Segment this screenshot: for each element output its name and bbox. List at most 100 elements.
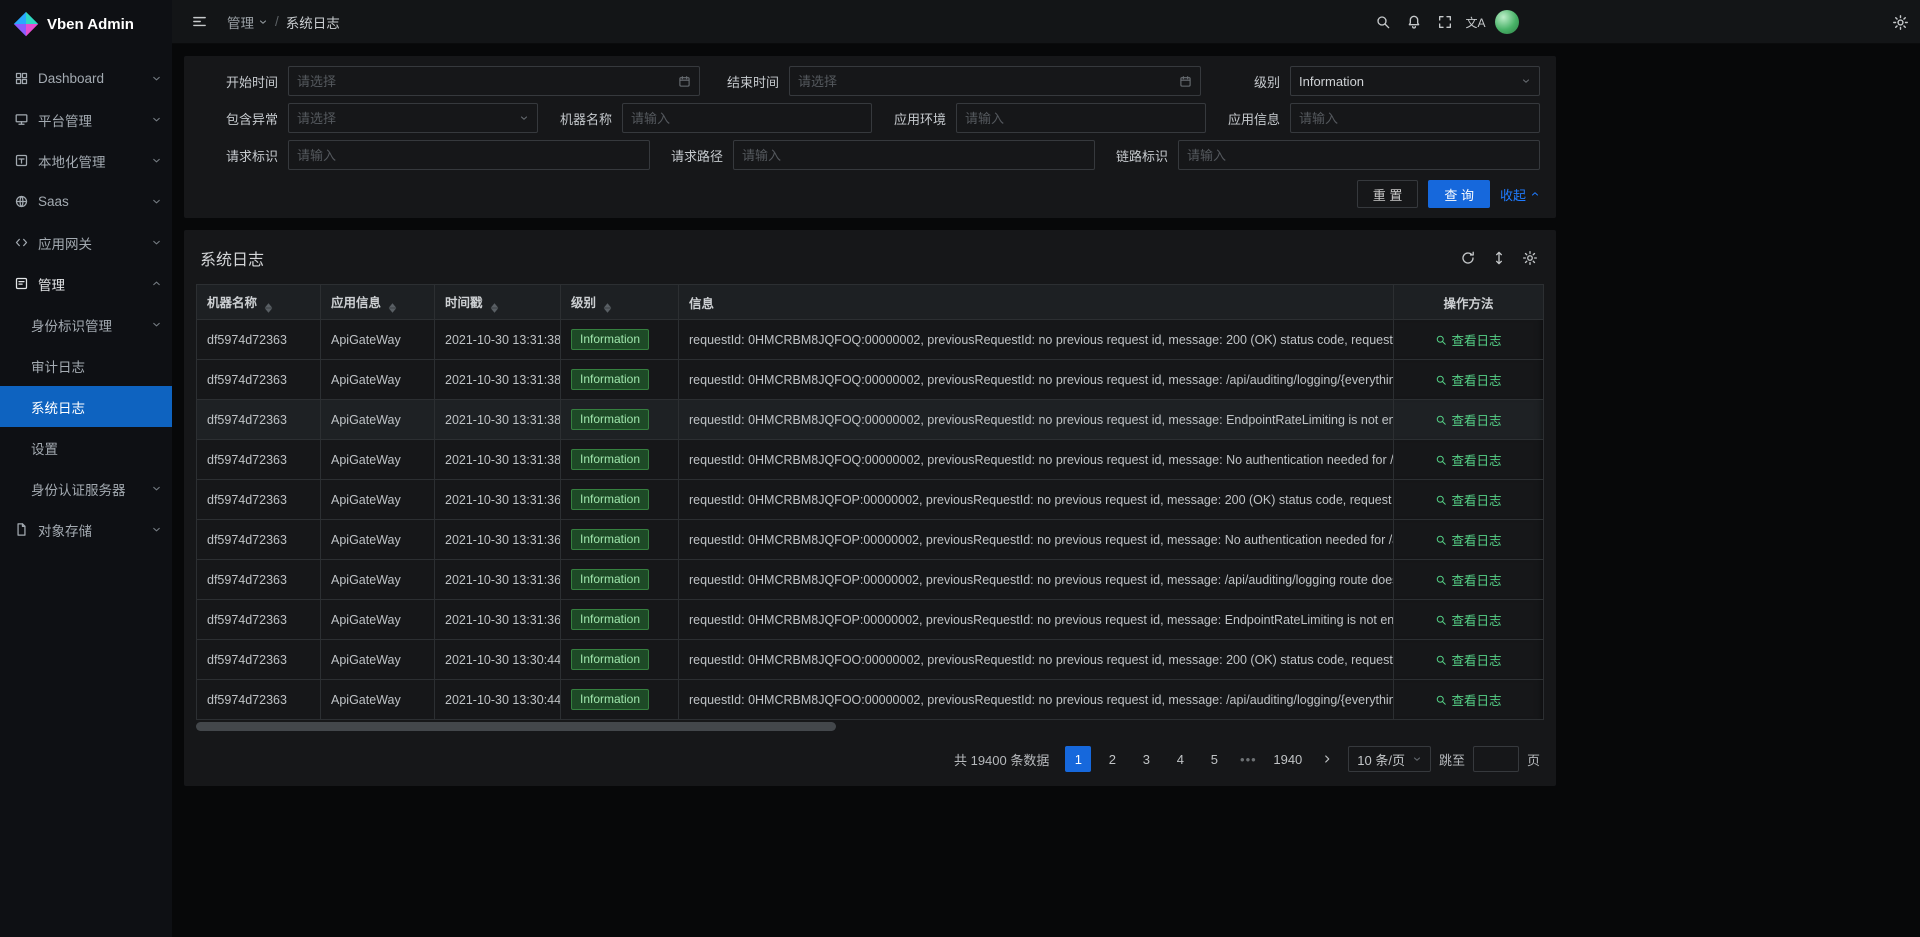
app-environment-field[interactable] — [956, 103, 1206, 133]
cell-message: requestId: 0HMCRBM8JQFOP:00000002, previ… — [679, 600, 1394, 640]
has-exception-value[interactable] — [297, 111, 513, 126]
cell-timestamp: 2021-10-30 13:31:38 — [435, 400, 561, 440]
sidebar-item-dashboard[interactable]: Dashboard — [0, 58, 172, 99]
scrollbar-thumb[interactable] — [196, 722, 836, 731]
sidebar-item-identity-management[interactable]: 身份标识管理 — [0, 304, 172, 345]
trace-id-field[interactable] — [1178, 140, 1540, 170]
column-header-timestamp[interactable]: 时间戳 — [435, 285, 561, 320]
view-log-button[interactable]: 查看日志 — [1435, 690, 1501, 709]
cell-actions: 查看日志 — [1394, 400, 1544, 440]
table-settings-icon[interactable] — [1522, 250, 1538, 266]
sidebar-item-audit-logs[interactable]: 审计日志 — [0, 345, 172, 386]
view-log-button[interactable]: 查看日志 — [1435, 450, 1501, 469]
page-1940[interactable]: 1940 — [1269, 746, 1306, 772]
column-header-machine[interactable]: 机器名称 — [197, 285, 321, 320]
view-log-button[interactable]: 查看日志 — [1435, 570, 1501, 589]
view-log-button[interactable]: 查看日志 — [1435, 610, 1501, 629]
app-info-input[interactable] — [1299, 111, 1531, 126]
view-log-button[interactable]: 查看日志 — [1435, 330, 1501, 349]
avatar[interactable] — [1491, 0, 1522, 44]
collapse-link[interactable]: 收起 — [1500, 185, 1540, 204]
field-label-end-time: 结束时间 — [711, 72, 779, 91]
app-environment-input[interactable] — [965, 111, 1197, 126]
sidebar-item-platform-management[interactable]: 平台管理 — [0, 99, 172, 140]
magnifier-icon — [1435, 334, 1447, 346]
cell-message: requestId: 0HMCRBM8JQFOP:00000002, previ… — [679, 480, 1394, 520]
menu-fold-icon[interactable] — [184, 0, 215, 44]
start-time-input[interactable] — [297, 74, 672, 89]
bell-icon[interactable] — [1398, 0, 1429, 44]
sidebar-item-app-gateway[interactable]: 应用网关 — [0, 222, 172, 263]
column-height-icon[interactable] — [1491, 250, 1507, 266]
sidebar-item-localization-management[interactable]: 本地化管理 — [0, 140, 172, 181]
start-time-datepicker[interactable] — [288, 66, 700, 96]
translate-icon[interactable]: 文A — [1460, 0, 1491, 44]
page-2[interactable]: 2 — [1099, 746, 1125, 772]
chevron-down-icon — [151, 237, 162, 248]
breadcrumb-section[interactable]: 管理 — [227, 12, 268, 32]
has-exception-select[interactable] — [288, 103, 538, 133]
page-ellipsis[interactable]: ••• — [1235, 746, 1261, 772]
view-log-button[interactable]: 查看日志 — [1435, 370, 1501, 389]
level-badge: Information — [571, 449, 649, 470]
search-button[interactable]: 查 询 — [1428, 180, 1490, 208]
view-log-button[interactable]: 查看日志 — [1435, 410, 1501, 429]
page-size-select[interactable]: 10 条/页 — [1348, 746, 1431, 772]
cell-level: Information — [561, 320, 679, 360]
trace-id-input[interactable] — [1187, 148, 1531, 163]
next-page-button[interactable] — [1314, 746, 1340, 772]
platform-icon — [14, 112, 29, 127]
end-time-input[interactable] — [798, 74, 1173, 89]
search-icon[interactable] — [1367, 0, 1398, 44]
sidebar-item-label: 设置 — [31, 438, 162, 458]
app-info-field[interactable] — [1290, 103, 1540, 133]
cell-level: Information — [561, 680, 679, 720]
saas-icon — [14, 194, 29, 209]
machine-name-field[interactable] — [622, 103, 872, 133]
page-3[interactable]: 3 — [1133, 746, 1159, 772]
sidebar-item-settings[interactable]: 设置 — [0, 427, 172, 468]
sidebar-item-label: 本地化管理 — [38, 151, 151, 171]
sidebar-item-management[interactable]: 管理 — [0, 263, 172, 304]
chevron-down-icon — [151, 196, 162, 207]
column-header-level[interactable]: 级别 — [561, 285, 679, 320]
sidebar-item-saas[interactable]: Saas — [0, 181, 172, 222]
refresh-icon[interactable] — [1460, 250, 1476, 266]
machine-name-input[interactable] — [631, 111, 863, 126]
sidebar-item-label: 平台管理 — [38, 110, 151, 130]
page-4[interactable]: 4 — [1167, 746, 1193, 772]
request-path-field[interactable] — [733, 140, 1095, 170]
page-1[interactable]: 1 — [1065, 746, 1091, 772]
cell-timestamp: 2021-10-30 13:31:36 — [435, 600, 561, 640]
app-logo[interactable]: Vben Admin — [0, 0, 172, 48]
view-log-button[interactable]: 查看日志 — [1435, 650, 1501, 669]
page-5[interactable]: 5 — [1201, 746, 1227, 772]
end-time-datepicker[interactable] — [789, 66, 1201, 96]
jump-label: 跳至 — [1439, 750, 1465, 769]
sort-icons — [490, 303, 499, 313]
jump-page-input[interactable] — [1473, 746, 1519, 772]
level-select[interactable] — [1290, 66, 1540, 96]
sort-icons — [264, 303, 273, 313]
sidebar-item-auth-server[interactable]: 身份认证服务器 — [0, 468, 172, 509]
fullscreen-icon[interactable] — [1429, 0, 1460, 44]
cell-actions: 查看日志 — [1394, 520, 1544, 560]
view-log-button[interactable]: 查看日志 — [1435, 490, 1501, 509]
reset-button[interactable]: 重 置 — [1357, 180, 1419, 208]
column-header-app[interactable]: 应用信息 — [321, 285, 435, 320]
jump-unit: 页 — [1527, 750, 1540, 769]
sidebar-item-object-storage[interactable]: 对象存储 — [0, 509, 172, 550]
request-id-input[interactable] — [297, 148, 641, 163]
sidebar-item-system-logs[interactable]: 系统日志 — [0, 386, 172, 427]
settings-icon[interactable] — [1885, 0, 1915, 44]
cell-message: requestId: 0HMCRBM8JQFOQ:00000002, previ… — [679, 440, 1394, 480]
chevron-up-icon — [151, 278, 162, 289]
request-id-field[interactable] — [288, 140, 650, 170]
request-path-input[interactable] — [742, 148, 1086, 163]
view-log-button[interactable]: 查看日志 — [1435, 530, 1501, 549]
breadcrumb-separator: / — [275, 14, 279, 29]
table-row: df5974d72363 ApiGateWay 2021-10-30 13:31… — [197, 360, 1544, 400]
level-select-value[interactable] — [1299, 74, 1515, 89]
sidebar-menu: Dashboard 平台管理本地化管理 Saas应用网关管理身份标识管理审计日志系统… — [0, 48, 172, 550]
table-title: 系统日志 — [200, 246, 264, 270]
